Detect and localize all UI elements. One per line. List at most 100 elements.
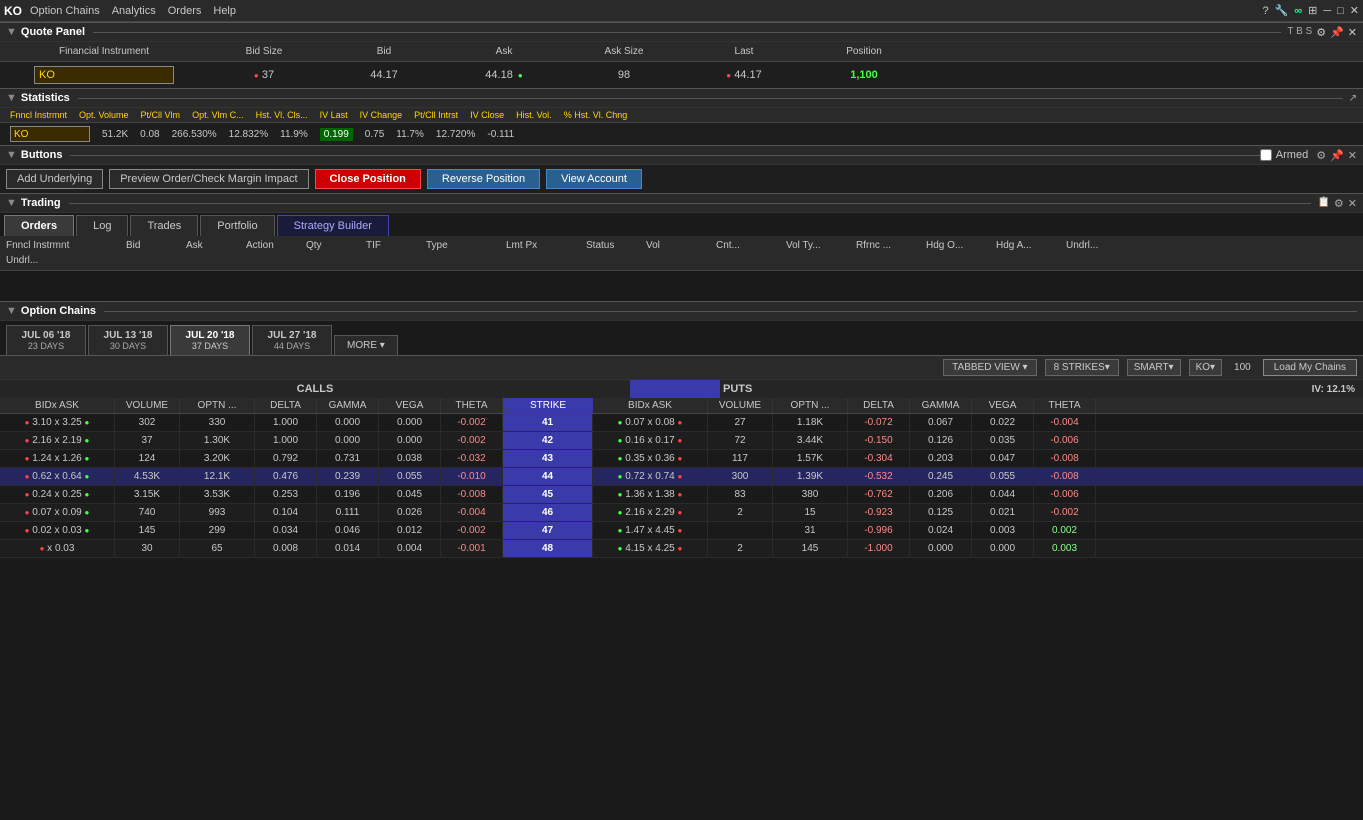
opt-cell: 27 [708,414,773,431]
table-row[interactable]: ● 0.24 x 0.25 ●3.15K3.53K0.2530.1960.045… [0,486,1363,504]
table-row[interactable]: ● 0.62 x 0.64 ●4.53K12.1K0.4760.2390.055… [0,468,1363,486]
stats-col-iv-change: IV Change [354,109,409,121]
opt-cell: 0.014 [317,540,379,557]
th-tif: TIF [364,238,424,253]
stats-ptcll-vlm-value: 0.08 [134,128,165,141]
settings-icon[interactable]: ⚙ [1316,26,1326,39]
pin-icon[interactable]: 📌 [1330,26,1344,39]
strike-cell: 41 [503,414,593,431]
view-account-button[interactable]: View Account [546,169,642,189]
th-cnt: Cnt... [714,238,784,253]
add-underlying-button[interactable]: Add Underlying [6,169,103,189]
chain-tab-more[interactable]: MORE ▾ [334,335,398,355]
close-panel-icon[interactable]: ✕ [1348,26,1357,39]
opt-cell: 740 [115,504,180,521]
table-row[interactable]: ● 1.24 x 1.26 ●1243.20K0.7920.7310.038-0… [0,450,1363,468]
armed-close-icon[interactable]: ✕ [1348,149,1357,162]
opt-cell: -0.008 [441,486,503,503]
table-row[interactable]: ● 2.16 x 2.19 ●371.30K1.0000.0000.000-0.… [0,432,1363,450]
ch-call-vega: VEGA [379,398,441,413]
strike-cell: 47 [503,522,593,539]
stats-ptcll-intrst-value: 0.75 [359,128,390,141]
table-row[interactable]: ● x 0.0330650.0080.0140.004-0.00148● 4.1… [0,540,1363,558]
opt-cell: 0.047 [972,450,1034,467]
opt-cell: 30 [115,540,180,557]
stats-hst-vl-cls-value: 12.832% [223,128,274,141]
chain-tab-jul20[interactable]: JUL 20 '18 37 DAYS [170,325,250,355]
minimize-icon[interactable]: ─ [1323,5,1331,17]
infinity-icon[interactable]: ∞ [1294,5,1302,17]
reverse-position-button[interactable]: Reverse Position [427,169,540,189]
quote-headers: Financial Instrument Bid Size Bid Ask As… [0,42,1363,62]
grid-icon[interactable]: ⊞ [1308,4,1317,17]
table-row[interactable]: ● 0.07 x 0.09 ●7409930.1040.1110.026-0.0… [0,504,1363,522]
stats-headers-row: Fnncl Instrmnt Opt. Volume Pt/Cll Vlm Op… [0,108,1363,123]
opt-cell: 0.067 [910,414,972,431]
close-icon[interactable]: ✕ [1350,4,1359,17]
tools-icon[interactable]: 🔧 [1275,4,1289,17]
opt-cell: 0.206 [910,486,972,503]
quote-ask-size-cell: 98 [564,67,684,83]
help-icon[interactable]: ? [1262,5,1268,17]
ch-put-volume: VOLUME [708,398,773,413]
bidask-cell: ● 0.02 x 0.03 ● [0,522,115,539]
menu-help[interactable]: Help [213,5,236,17]
close-position-button[interactable]: Close Position [315,169,421,189]
opt-cell: 1.18K [773,414,848,431]
ch-put-bidask: BIDx ASK [593,398,708,413]
ch-put-theta: THETA [1034,398,1096,413]
symbol-input[interactable]: KO [34,66,174,84]
opt-cell: -0.001 [441,540,503,557]
quote-col-ask: Ask [444,44,564,59]
bidask-cell: ● 0.16 x 0.17 ● [593,432,708,449]
opt-cell: 37 [115,432,180,449]
opt-cell: -0.006 [1034,432,1096,449]
menu-analytics[interactable]: Analytics [112,5,156,17]
last-value: 44.17 [734,69,762,81]
tab-orders[interactable]: Orders [4,215,74,236]
strike-cell: 44 [503,468,593,485]
chains-tabs: JUL 06 '18 23 DAYS JUL 13 '18 30 DAYS JU… [0,321,1363,355]
load-my-chains-button[interactable]: Load My Chains [1263,359,1357,376]
quote-data-row: KO ● 37 44.17 44.18 ● 98 ● 44.17 1,100 [0,62,1363,88]
stats-symbol-cell [4,125,96,143]
tab-portfolio[interactable]: Portfolio [200,215,274,236]
maximize-icon[interactable]: □ [1337,5,1344,17]
menu-option-chains[interactable]: Option Chains [30,5,100,17]
stats-col-iv-last: IV Last [314,109,354,121]
tab-trades[interactable]: Trades [130,215,198,236]
strikes-button[interactable]: 8 STRIKES▾ [1045,359,1119,376]
trading-close-icon[interactable]: ✕ [1348,197,1357,210]
th-action: Action [244,238,304,253]
armed-pin-icon[interactable]: 📌 [1330,149,1344,162]
smart-button[interactable]: SMART▾ [1127,359,1181,376]
table-row[interactable]: ● 0.02 x 0.03 ●1452990.0340.0460.012-0.0… [0,522,1363,540]
stats-col-instrument: Fnncl Instrmnt [4,109,73,121]
table-row[interactable]: ● 3.10 x 3.25 ●3023301.0000.0000.000-0.0… [0,414,1363,432]
buttons-panel: Add Underlying Preview Order/Check Margi… [0,165,1363,193]
option-chains-title: Option Chains [21,305,96,317]
preview-order-button[interactable]: Preview Order/Check Margin Impact [109,169,308,189]
opt-cell: 4.53K [115,468,180,485]
tab-log[interactable]: Log [76,215,128,236]
ko-button[interactable]: KO▾ [1189,359,1222,376]
trading-icons: 📋 ⚙ ✕ [1317,197,1357,210]
opt-cell: -0.532 [848,468,910,485]
tab-strategy-builder[interactable]: Strategy Builder [277,215,389,236]
opt-cell: -0.002 [441,432,503,449]
armed-settings-icon[interactable]: ⚙ [1316,149,1326,162]
menu-orders[interactable]: Orders [168,5,202,17]
opt-cell: -0.996 [848,522,910,539]
armed-checkbox[interactable] [1260,149,1272,161]
stats-symbol-input[interactable] [10,126,90,142]
chain-tab-jul13[interactable]: JUL 13 '18 30 DAYS [88,325,168,355]
trading-header: ▼ Trading 📋 ⚙ ✕ [0,193,1363,213]
tabbed-view-button[interactable]: TABBED VIEW ▾ [943,359,1036,376]
opt-cell: 0.003 [1034,540,1096,557]
bidask-cell: ● x 0.03 [0,540,115,557]
chain-tab-jul06[interactable]: JUL 06 '18 23 DAYS [6,325,86,355]
trading-settings-icon[interactable]: ⚙ [1334,197,1344,210]
bidask-cell: ● 0.72 x 0.74 ● [593,468,708,485]
chain-tab-jul27[interactable]: JUL 27 '18 44 DAYS [252,325,332,355]
th-type: Type [424,238,504,253]
